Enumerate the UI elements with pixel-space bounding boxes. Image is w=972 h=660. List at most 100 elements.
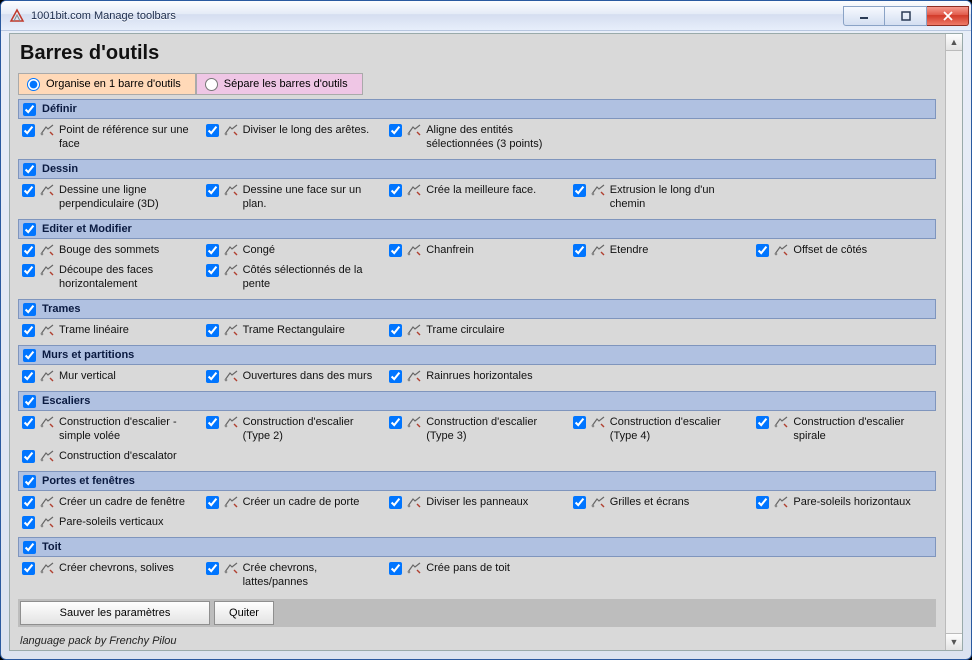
save-button[interactable]: Sauver les paramètres (20, 601, 210, 625)
tool-icon (39, 449, 55, 463)
minimize-button[interactable] (843, 6, 885, 26)
tool-checkbox[interactable] (22, 516, 35, 529)
tool-checkbox[interactable] (206, 124, 219, 137)
section-header-escaliers: Escaliers (18, 391, 936, 411)
section-toggle-trames[interactable] (23, 303, 36, 316)
scroll-up-icon[interactable]: ▲ (946, 34, 962, 51)
section-toggle-dessin[interactable] (23, 163, 36, 176)
tool-checkbox[interactable] (22, 244, 35, 257)
tool-icon (39, 561, 55, 575)
maximize-button[interactable] (885, 6, 927, 26)
tool-icon (39, 495, 55, 509)
tool-checkbox[interactable] (756, 496, 769, 509)
tool-label: Côtés sélectionnés de la pente (243, 263, 382, 291)
tool-item: Créer un cadre de porte (204, 493, 384, 511)
tool-checkbox[interactable] (573, 244, 586, 257)
window-controls (843, 6, 969, 26)
section-grid-portes: Créer un cadre de fenêtreCréer un cadre … (18, 491, 936, 535)
tool-checkbox[interactable] (573, 496, 586, 509)
tool-item: Mur vertical (20, 367, 200, 385)
titlebar: 1001bit.com Manage toolbars (1, 1, 971, 31)
tool-checkbox[interactable] (22, 416, 35, 429)
section-toggle-escaliers[interactable] (23, 395, 36, 408)
section-toggle-portes[interactable] (23, 475, 36, 488)
tool-icon (406, 323, 422, 337)
tool-checkbox[interactable] (206, 184, 219, 197)
radio-organise-input[interactable] (27, 78, 40, 91)
section-toggle-murs[interactable] (23, 349, 36, 362)
radio-separate-input[interactable] (205, 78, 218, 91)
section-toggle-definir[interactable] (23, 103, 36, 116)
radio-separate[interactable]: Sépare les barres d'outils (196, 73, 363, 95)
radio-organise[interactable]: Organise en 1 barre d'outils (18, 73, 196, 95)
tool-checkbox[interactable] (206, 416, 219, 429)
section-grid-definir: Point de référence sur une faceDiviser l… (18, 119, 936, 157)
tool-checkbox[interactable] (573, 416, 586, 429)
tool-checkbox[interactable] (206, 562, 219, 575)
section-grid-dessin: Dessine une ligne perpendiculaire (3D)De… (18, 179, 936, 217)
tool-checkbox[interactable] (389, 416, 402, 429)
tool-checkbox[interactable] (389, 184, 402, 197)
tool-checkbox[interactable] (22, 184, 35, 197)
tool-label: Diviser le long des arêtes. (243, 123, 370, 137)
tool-label: Aligne des entités sélectionnées (3 poin… (426, 123, 565, 151)
tool-label: Créer un cadre de porte (243, 495, 360, 509)
tool-checkbox[interactable] (206, 370, 219, 383)
tool-checkbox[interactable] (389, 562, 402, 575)
tool-label: Mur vertical (59, 369, 116, 383)
tool-item: Diviser les panneaux (387, 493, 567, 511)
tool-checkbox[interactable] (206, 264, 219, 277)
tool-icon (39, 323, 55, 337)
tool-checkbox[interactable] (22, 324, 35, 337)
tool-label: Construction d'escalier (Type 4) (610, 415, 749, 443)
section-toggle-toit[interactable] (23, 541, 36, 554)
tool-checkbox[interactable] (389, 324, 402, 337)
tool-icon (39, 123, 55, 137)
tool-icon (223, 415, 239, 429)
tool-checkbox[interactable] (756, 416, 769, 429)
section-toggle-editer[interactable] (23, 223, 36, 236)
tool-checkbox[interactable] (22, 124, 35, 137)
section-header-dessin: Dessin (18, 159, 936, 179)
tool-item: Bouge des sommets (20, 241, 200, 259)
tool-icon (39, 243, 55, 257)
tool-checkbox[interactable] (22, 496, 35, 509)
tool-checkbox[interactable] (206, 324, 219, 337)
tool-icon (39, 369, 55, 383)
scroll-down-icon[interactable]: ▼ (946, 633, 962, 650)
app-icon (9, 8, 25, 24)
tool-item: Trame Rectangulaire (204, 321, 384, 339)
section-title: Trames (42, 303, 81, 315)
tool-label: Pare-soleils horizontaux (793, 495, 910, 509)
tool-item: Extrusion le long d'un chemin (571, 181, 751, 213)
tool-item: Grilles et écrans (571, 493, 751, 511)
tool-icon (39, 515, 55, 529)
sections: Définir Point de référence sur une faceDi… (18, 99, 936, 595)
tool-checkbox[interactable] (22, 264, 35, 277)
tool-checkbox[interactable] (22, 450, 35, 463)
tool-checkbox[interactable] (573, 184, 586, 197)
tool-checkbox[interactable] (22, 562, 35, 575)
quit-button[interactable]: Quiter (214, 601, 274, 625)
tool-checkbox[interactable] (389, 496, 402, 509)
tool-checkbox[interactable] (206, 244, 219, 257)
vertical-scrollbar[interactable]: ▲ ▼ (945, 34, 962, 650)
section-grid-editer: Bouge des sommetsCongéChanfreinEtendreOf… (18, 239, 936, 297)
tool-checkbox[interactable] (389, 124, 402, 137)
tool-checkbox[interactable] (756, 244, 769, 257)
tool-item: Congé (204, 241, 384, 259)
tool-item: Etendre (571, 241, 751, 259)
tool-checkbox[interactable] (389, 244, 402, 257)
tool-checkbox[interactable] (206, 496, 219, 509)
tool-checkbox[interactable] (22, 370, 35, 383)
section-title: Définir (42, 103, 77, 115)
tool-icon (406, 561, 422, 575)
tool-icon (223, 263, 239, 277)
tool-item: Ouvertures dans des murs (204, 367, 384, 385)
section-header-trames: Trames (18, 299, 936, 319)
close-button[interactable] (927, 6, 969, 26)
tool-icon (39, 183, 55, 197)
tool-icon (590, 415, 606, 429)
tool-item: Construction d'escalier (Type 2) (204, 413, 384, 445)
tool-checkbox[interactable] (389, 370, 402, 383)
